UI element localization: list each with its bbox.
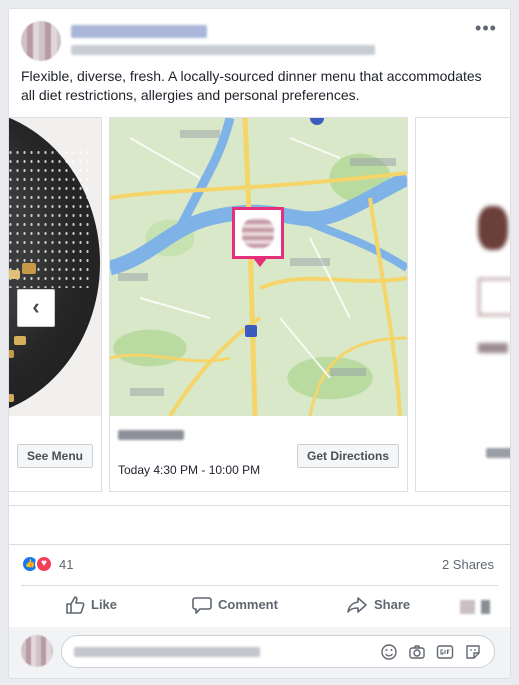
comment-input[interactable] [61, 635, 495, 668]
food-image[interactable] [9, 118, 101, 418]
like-button[interactable]: Like [65, 595, 135, 617]
post-actions: Like Comment Share [9, 585, 510, 627]
reaction-count[interactable]: 41 [59, 557, 73, 572]
comment-composer [9, 627, 510, 678]
post-card: ••• Flexible, diverse, fresh. A locally-… [8, 8, 511, 679]
more-options-icon[interactable]: ••• [474, 19, 498, 41]
see-menu-button[interactable]: See Menu [17, 444, 94, 468]
restaurant-logo [242, 218, 274, 248]
opening-hours: Today 4:30 PM - 10:00 PM [118, 463, 261, 477]
page-name-redacted[interactable] [71, 25, 207, 38]
third-card-name-redacted [486, 448, 510, 458]
post-header: ••• [21, 19, 498, 61]
comment-label: Comment [218, 597, 278, 612]
carousel-prev-button[interactable]: ‹ [17, 289, 55, 327]
thumbs-up-icon [66, 596, 85, 614]
post-meta-redacted [71, 45, 375, 55]
sticker-icon[interactable] [464, 643, 482, 661]
divider [9, 544, 510, 545]
map-pin-icon[interactable] [232, 207, 284, 267]
post-text: Flexible, diverse, fresh. A locally-sour… [21, 68, 482, 103]
map-image[interactable] [110, 118, 407, 416]
viewer-avatar[interactable] [21, 635, 53, 667]
share-icon [347, 597, 367, 613]
carousel-card-third[interactable] [415, 117, 510, 492]
camera-icon[interactable] [408, 643, 426, 661]
food-piece [9, 394, 14, 402]
shares-count[interactable]: 2 Shares [442, 557, 494, 572]
emoji-icon[interactable] [380, 643, 398, 661]
price-text-redacted [478, 343, 508, 353]
carousel-card-location[interactable]: Today 4:30 PM - 10:00 PM Get Directions [109, 117, 408, 492]
like-label: Like [91, 597, 118, 612]
page-avatar[interactable] [21, 21, 61, 61]
share-button[interactable]: Share [347, 595, 427, 617]
food-piece [9, 270, 20, 279]
viewer-avatar-selector[interactable] [460, 600, 490, 614]
get-directions-button[interactable]: Get Directions [297, 444, 400, 468]
divider [9, 505, 510, 506]
comment-icon [192, 597, 212, 614]
love-reaction-icon: ♥ [35, 555, 53, 573]
place-name-redacted [118, 430, 184, 440]
food-piece [22, 263, 36, 274]
carousel: See Menu Today 4:30 PM - 10:00 PM Get Di… [9, 117, 510, 493]
gif-icon[interactable] [436, 643, 454, 661]
dollar-sign-icon [478, 206, 508, 250]
third-card-image[interactable] [416, 118, 510, 416]
comment-placeholder-redacted [74, 647, 260, 657]
map-graphic [110, 118, 407, 416]
food-piece [14, 336, 26, 345]
comment-button[interactable]: Comment [192, 595, 292, 617]
food-piece [9, 350, 14, 358]
price-box [478, 278, 510, 316]
share-label: Share [374, 597, 411, 612]
